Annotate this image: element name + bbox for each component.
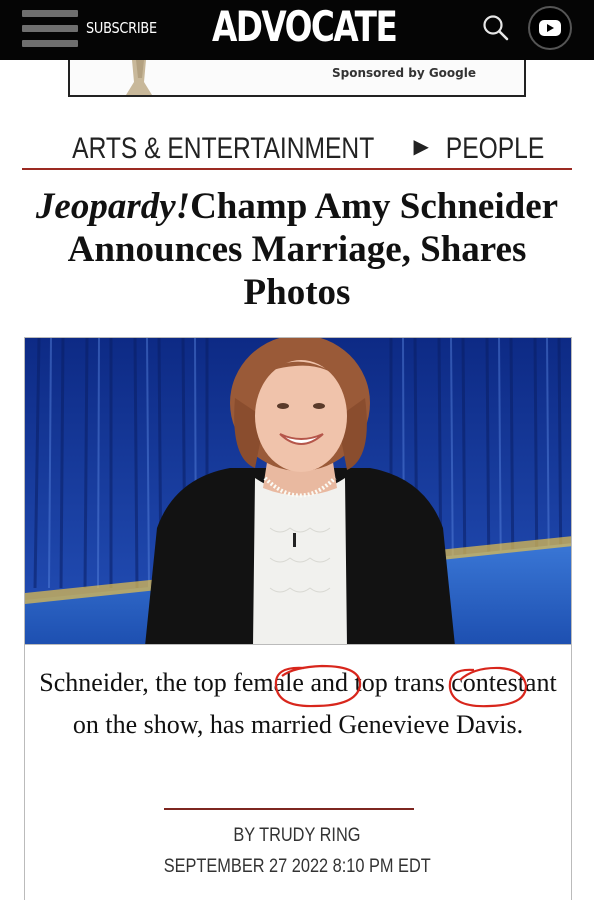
article-date: SEPTEMBER 27 2022 8:10 PM EDT bbox=[0, 856, 594, 878]
caption-text-middle: and top bbox=[303, 668, 395, 697]
site-logo[interactable]: ADVOCATE bbox=[212, 2, 398, 51]
caption-word-trans: trans bbox=[394, 668, 445, 697]
article-headline: Jeopardy!Champ Amy Schneider Announces M… bbox=[22, 185, 572, 314]
subscribe-link[interactable]: SUBSCRIBE bbox=[86, 19, 157, 37]
breadcrumb-arrow-icon: ▶ bbox=[413, 136, 429, 158]
breadcrumb-subsection-link[interactable]: PEOPLE bbox=[446, 132, 544, 166]
article-byline[interactable]: BY TRUDY RING bbox=[0, 825, 594, 847]
byline-text[interactable]: BY TRUDY RING bbox=[233, 825, 360, 847]
article-photo[interactable] bbox=[24, 337, 572, 645]
ad-image bbox=[126, 60, 152, 95]
caption-text-start: Schneider, the top bbox=[39, 668, 234, 697]
date-text: SEPTEMBER 27 2022 8:10 PM EDT bbox=[163, 856, 431, 877]
youtube-icon[interactable] bbox=[528, 6, 572, 50]
hamburger-menu-icon[interactable] bbox=[22, 10, 78, 48]
site-header: SUBSCRIBE ADVOCATE bbox=[0, 0, 594, 60]
section-divider bbox=[22, 168, 572, 170]
caption-word-female: female bbox=[233, 668, 304, 697]
headline-show-name: Jeopardy! bbox=[35, 186, 191, 227]
photo-caption: Schneider, the top female and top trans … bbox=[24, 662, 572, 746]
search-icon[interactable] bbox=[481, 13, 511, 43]
ad-banner[interactable]: Sponsored by Google bbox=[68, 60, 526, 97]
breadcrumb: ARTS & ENTERTAINMENT ▶ PEOPLE bbox=[0, 132, 594, 166]
ad-sponsor-label: Sponsored by Google bbox=[332, 66, 476, 80]
breadcrumb-section-link[interactable]: ARTS & ENTERTAINMENT bbox=[72, 132, 374, 166]
byline-divider bbox=[164, 808, 414, 810]
